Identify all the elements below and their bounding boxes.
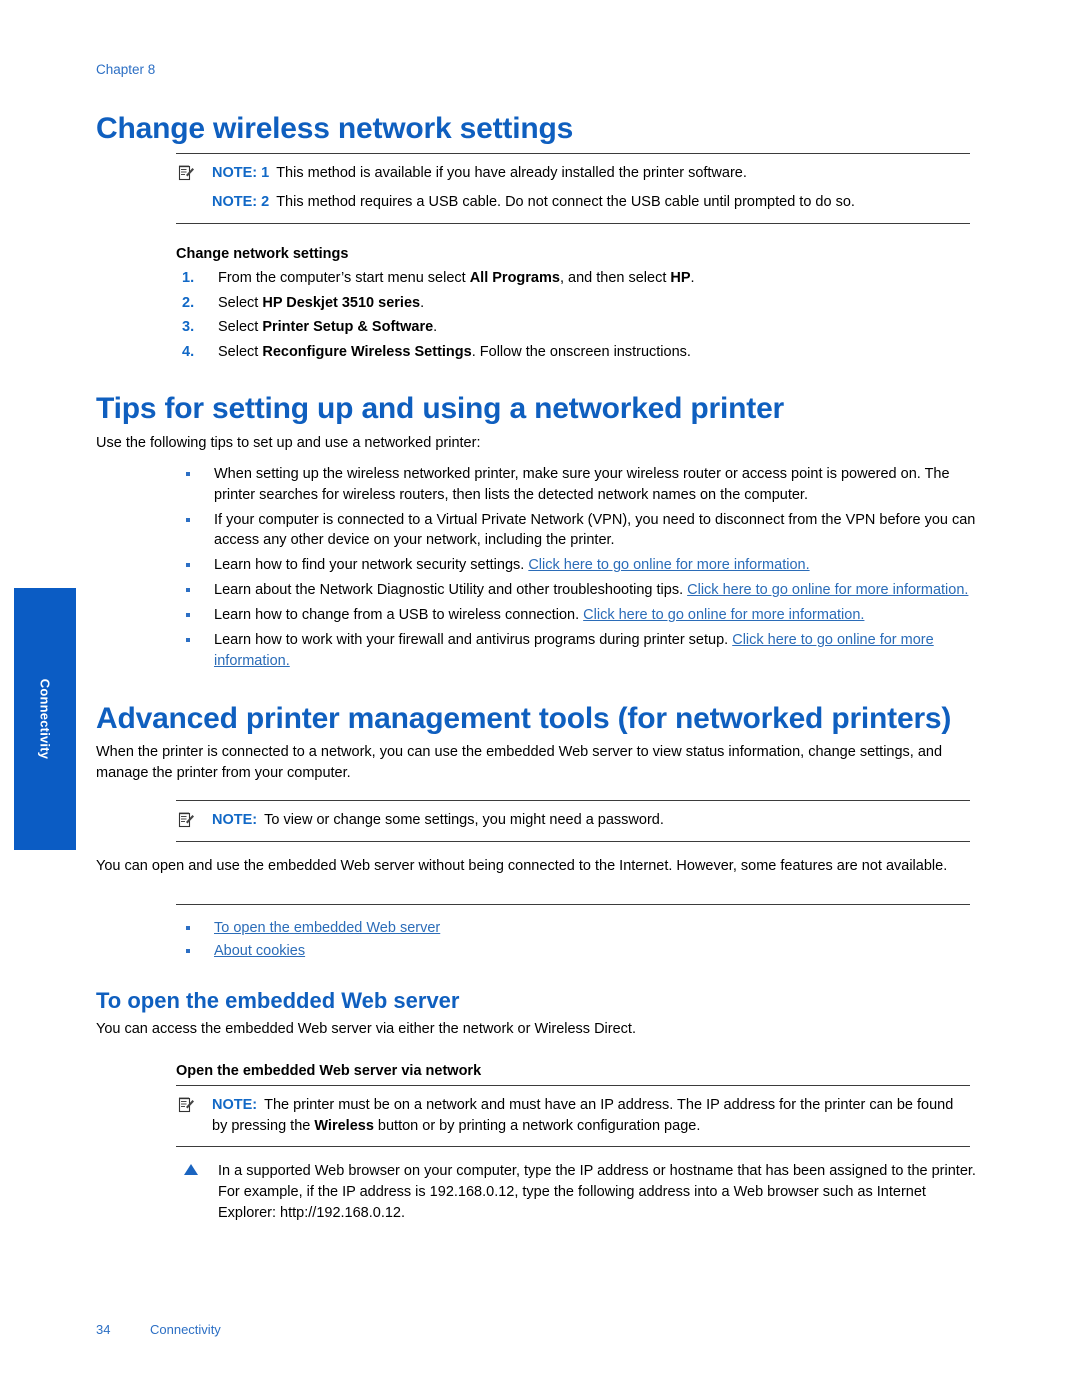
note-label: NOTE: <box>212 1097 258 1114</box>
note-row: NOTE: To view or change some settings, yo… <box>176 810 970 831</box>
note-pad-icon <box>178 164 195 181</box>
footer-section-label: Connectivity <box>150 1322 221 1337</box>
bullet-icon <box>186 948 190 953</box>
bullet-icon <box>186 588 190 593</box>
note-text: This method is available if you have alr… <box>276 164 747 181</box>
step-text-pre: Select <box>218 294 263 311</box>
footer-page-number: 34 <box>96 1322 111 1337</box>
bullet-text: Learn about the Network Diagnostic Utili… <box>214 582 688 599</box>
step-text-line2: For example, if the IP address is 192.16… <box>218 1184 926 1221</box>
note-text: To view or change some settings, you mig… <box>264 811 664 828</box>
list-item: Learn how to find your network security … <box>176 555 980 576</box>
step-text-bold: Printer Setup & Software <box>262 319 434 336</box>
step-text-mid: . Follow the onscreen instructions. <box>471 343 691 360</box>
note-label: NOTE: 1 <box>212 164 270 181</box>
bullet-icon <box>186 613 190 618</box>
note-row: NOTE: 2 This method requires a USB cable.… <box>176 192 970 213</box>
note-text-bold: Wireless <box>314 1117 374 1134</box>
section-intro: Use the following tips to set up and use… <box>96 435 481 452</box>
subsection-intro: You can access the embedded Web server v… <box>96 1020 636 1037</box>
list-item: 1. From the computer’s start menu select … <box>176 268 980 289</box>
section-heading-tips: Tips for setting up and using a networke… <box>96 392 785 426</box>
chapter-label: Chapter 8 <box>96 62 156 77</box>
note-text: This method requires a USB cable. Do not… <box>276 194 855 211</box>
list-item: Learn about the Network Diagnostic Utili… <box>176 580 980 601</box>
online-info-link[interactable]: Click here to go online for more informa… <box>583 607 864 623</box>
procedure-step-triangle: In a supported Web browser on your compu… <box>176 1161 980 1223</box>
list-item: Learn how to work with your firewall and… <box>176 630 980 672</box>
step-text-mid: , and then select <box>559 269 671 286</box>
step-text-post: . <box>433 319 438 336</box>
subsection-heading-open-ews: To open the embedded Web server <box>96 988 460 1014</box>
step-text-pre: From the computer’s start menu select <box>218 269 470 286</box>
section-intro: When the printer is connected to a netwo… <box>96 744 943 782</box>
online-info-link[interactable]: Click here to go online for more informa… <box>528 557 809 573</box>
tips-bullet-list: When setting up the wireless networked p… <box>176 464 980 672</box>
procedure-title: Open the embedded Web server via network <box>176 1063 482 1080</box>
note-text-post: button or by printing a network configur… <box>373 1117 701 1134</box>
step-text-post: . <box>420 294 425 311</box>
note-label: NOTE: 2 <box>212 194 270 211</box>
toc-link-about-cookies[interactable]: About cookies <box>214 943 305 959</box>
note-pad-icon <box>178 811 195 828</box>
list-item: 2. Select HP Deskjet 3510 series. <box>176 293 980 314</box>
document-page: Chapter 8 Change wireless network settin… <box>0 0 1080 1397</box>
toc-link-list: To open the embedded Web server About co… <box>176 917 980 962</box>
step-text-bold: Reconfigure Wireless Settings <box>262 343 472 360</box>
list-item: About cookies <box>176 940 980 962</box>
bullet-text: When setting up the wireless networked p… <box>214 465 950 503</box>
list-item: To open the embedded Web server <box>176 917 980 939</box>
note-row: NOTE: 1 This method is available if you h… <box>176 163 970 184</box>
bullet-icon <box>186 517 190 522</box>
step-text-post: . <box>690 269 695 286</box>
step-text-line1: In a supported Web browser on your compu… <box>218 1163 976 1180</box>
triangle-up-icon <box>184 1164 198 1176</box>
online-info-link[interactable]: Click here to go online for more informa… <box>687 582 968 598</box>
section-heading-advanced-tools: Advanced printer management tools (for n… <box>96 701 952 735</box>
bullet-icon <box>186 563 190 568</box>
step-number: 4. <box>182 343 195 360</box>
divider-rule <box>176 904 970 906</box>
step-number: 3. <box>182 319 195 336</box>
bullet-text: Learn how to change from a USB to wirele… <box>214 607 584 624</box>
bullet-icon <box>186 471 190 476</box>
bullet-text: If your computer is connected to a Virtu… <box>214 511 976 549</box>
step-text-pre: Select <box>218 343 263 360</box>
note-block-3: NOTE: The printer must be on a network an… <box>176 1085 970 1148</box>
bullet-icon <box>186 637 190 642</box>
bullet-text: Learn how to find your network security … <box>214 557 529 574</box>
page-footer: 34 Connectivity <box>96 1322 221 1337</box>
step-number: 2. <box>182 294 195 311</box>
bullet-text: Learn how to work with your firewall and… <box>214 631 733 648</box>
note-label: NOTE: <box>212 811 258 828</box>
note-block-2: NOTE: To view or change some settings, yo… <box>176 799 970 842</box>
step-text-pre: Select <box>218 319 263 336</box>
list-item: If your computer is connected to a Virtu… <box>176 510 980 552</box>
procedure-title: Change network settings <box>176 245 349 262</box>
list-item: 4. Select Reconfigure Wireless Settings. … <box>176 342 980 363</box>
section-body: You can open and use the embedded Web se… <box>96 857 948 874</box>
note-row: NOTE: The printer must be on a network an… <box>176 1095 970 1136</box>
step-number: 1. <box>182 269 195 286</box>
note-block-1: NOTE: 1 This method is available if you h… <box>176 152 970 224</box>
note-pad-icon <box>178 1096 195 1113</box>
toc-link-open-ews[interactable]: To open the embedded Web server <box>214 920 440 936</box>
list-item: 3. Select Printer Setup & Software. <box>176 317 980 338</box>
step-text-bold2: HP <box>670 269 691 286</box>
step-text-bold: All Programs <box>469 269 560 286</box>
list-item: Learn how to change from a USB to wirele… <box>176 605 980 626</box>
bullet-icon <box>186 926 190 931</box>
step-text-bold: HP Deskjet 3510 series <box>262 294 421 311</box>
procedure-steps: 1. From the computer’s start menu select … <box>176 268 980 362</box>
page-content: Change wireless network settings NOTE: 1… <box>96 112 980 1224</box>
list-item: When setting up the wireless networked p… <box>176 464 980 506</box>
page-title: Change wireless network settings <box>96 112 574 145</box>
